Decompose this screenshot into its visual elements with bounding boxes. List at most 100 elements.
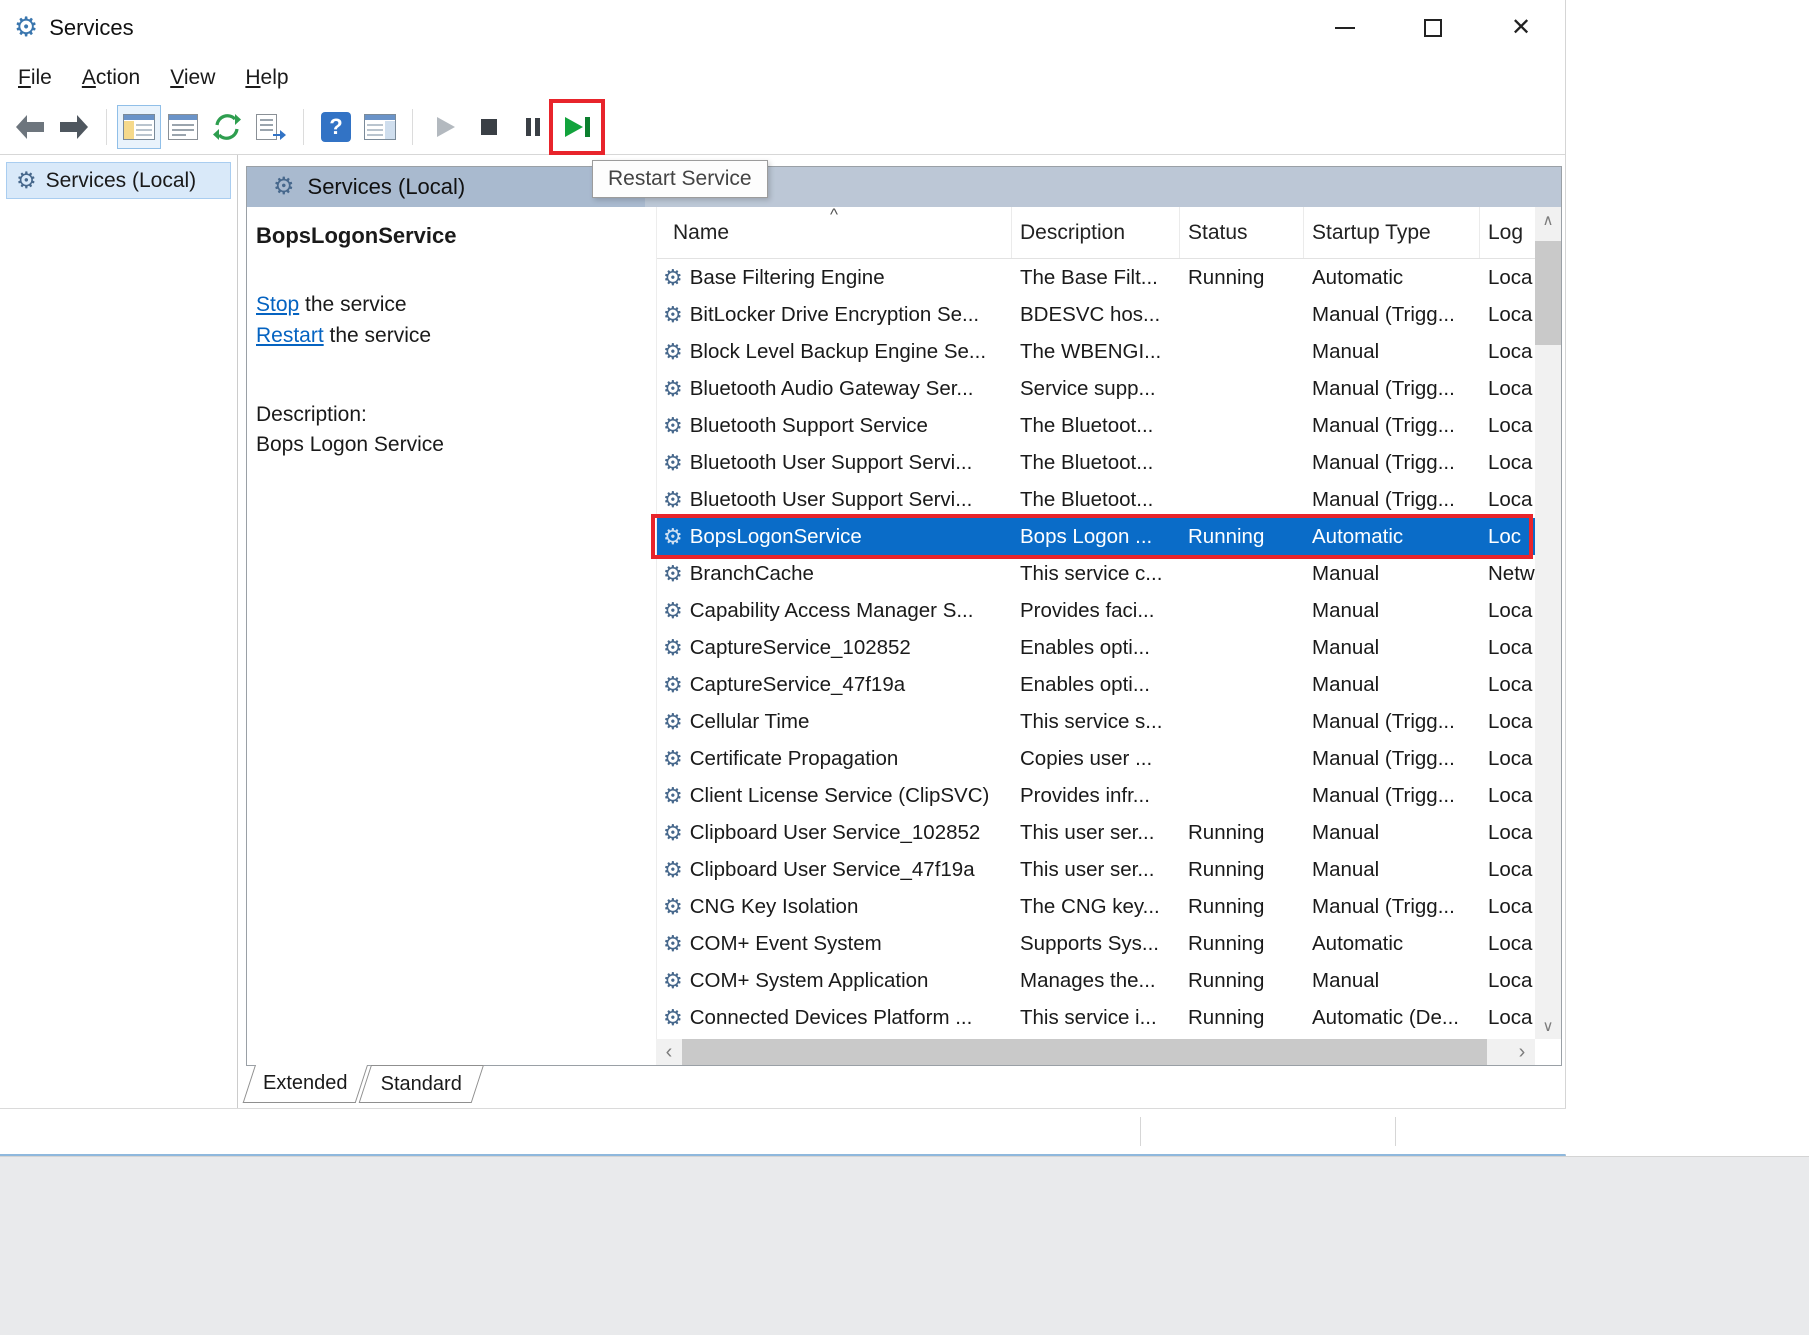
service-log-on-as: Loca <box>1480 407 1535 444</box>
export-list-button[interactable] <box>249 105 293 149</box>
service-row[interactable]: ⚙ BopsLogonService Bops Logon ... Runnin… <box>657 518 1535 555</box>
tree-item-services-local[interactable]: ⚙ Services (Local) <box>6 162 231 199</box>
service-log-on-as: Loca <box>1480 777 1535 814</box>
service-name: BranchCache <box>690 562 814 586</box>
service-description: The Bluetoot... <box>1012 481 1180 518</box>
scroll-right-button[interactable]: › <box>1509 1039 1535 1065</box>
stop-service-button[interactable] <box>467 105 511 149</box>
service-row[interactable]: ⚙ Bluetooth User Support Servi... The Bl… <box>657 444 1535 481</box>
service-row[interactable]: ⚙ BitLocker Drive Encryption Se... BDESV… <box>657 296 1535 333</box>
service-row[interactable]: ⚙ BranchCache This service c... Manual N… <box>657 555 1535 592</box>
description-text: Bops Logon Service <box>256 430 646 460</box>
horizontal-scrollbar-thumb[interactable] <box>682 1039 1487 1065</box>
column-header-startup-type[interactable]: Startup Type <box>1304 207 1480 258</box>
service-status <box>1180 592 1304 629</box>
service-status <box>1180 666 1304 703</box>
service-name: Connected Devices Platform ... <box>690 1006 973 1030</box>
menu-view[interactable]: View <box>170 66 215 90</box>
titlebar: ⚙ Services ✕ <box>0 0 1565 55</box>
service-row[interactable]: ⚙ COM+ Event System Supports Sys... Runn… <box>657 925 1535 962</box>
service-log-on-as: Loca <box>1480 703 1535 740</box>
service-row[interactable]: ⚙ Certificate Propagation Copies user ..… <box>657 740 1535 777</box>
service-row[interactable]: ⚙ Bluetooth Support Service The Bluetoot… <box>657 407 1535 444</box>
service-log-on-as: Netw <box>1480 555 1535 592</box>
maximize-button[interactable] <box>1389 0 1477 55</box>
service-row[interactable]: ⚙ COM+ System Application Manages the...… <box>657 962 1535 999</box>
service-startup-type: Manual <box>1304 629 1480 666</box>
minimize-button[interactable] <box>1301 0 1389 55</box>
properties-button[interactable] <box>161 105 205 149</box>
forward-button[interactable] <box>52 105 96 149</box>
service-row[interactable]: ⚙ CaptureService_102852 Enables opti... … <box>657 629 1535 666</box>
service-status <box>1180 296 1304 333</box>
back-button[interactable] <box>8 105 52 149</box>
service-startup-type: Manual <box>1304 592 1480 629</box>
vertical-scrollbar-thumb[interactable] <box>1535 241 1561 345</box>
service-startup-type: Manual (Trigg... <box>1304 370 1480 407</box>
show-hide-action-pane-button[interactable] <box>358 105 402 149</box>
scroll-left-button[interactable]: ‹ <box>656 1039 682 1065</box>
service-name-cell: ⚙ CNG Key Isolation <box>657 888 1012 925</box>
menu-action[interactable]: Action <box>82 66 140 90</box>
service-log-on-as: Loca <box>1480 999 1535 1036</box>
service-description: This service c... <box>1012 555 1180 592</box>
service-status <box>1180 740 1304 777</box>
start-service-button[interactable] <box>423 105 467 149</box>
service-name: CaptureService_47f19a <box>690 673 905 697</box>
service-name: Bluetooth Audio Gateway Ser... <box>690 377 974 401</box>
service-row[interactable]: ⚙ Bluetooth User Support Servi... The Bl… <box>657 481 1535 518</box>
service-row[interactable]: ⚙ CaptureService_47f19a Enables opti... … <box>657 666 1535 703</box>
statusbar-divider <box>1140 1117 1141 1146</box>
service-status: Running <box>1180 518 1304 555</box>
horizontal-scrollbar[interactable]: ‹ › <box>656 1039 1535 1065</box>
desktop-background-area <box>0 1156 1809 1335</box>
properties-icon <box>168 114 198 140</box>
show-hide-console-tree-button[interactable] <box>117 105 161 149</box>
scroll-down-button[interactable]: ∨ <box>1535 1013 1561 1039</box>
restart-service-link[interactable]: Restart <box>256 324 324 347</box>
service-row[interactable]: ⚙ Base Filtering Engine The Base Filt...… <box>657 259 1535 296</box>
tab-standard[interactable]: Standard <box>359 1065 484 1103</box>
service-row[interactable]: ⚙ Block Level Backup Engine Se... The WB… <box>657 333 1535 370</box>
scroll-down-icon: ∨ <box>1543 1017 1554 1035</box>
menu-file[interactable]: File <box>18 66 52 90</box>
service-gear-icon: ⚙ <box>663 341 683 363</box>
service-startup-type: Manual (Trigg... <box>1304 407 1480 444</box>
refresh-button[interactable] <box>205 105 249 149</box>
vertical-scrollbar[interactable]: ∧ ∨ <box>1535 207 1561 1039</box>
restart-service-button[interactable] <box>555 105 599 149</box>
service-row[interactable]: ⚙ Client License Service (ClipSVC) Provi… <box>657 777 1535 814</box>
scroll-right-icon: › <box>1519 1041 1526 1064</box>
toolbar-separator <box>412 109 413 145</box>
pause-service-button[interactable] <box>511 105 555 149</box>
service-startup-type: Automatic <box>1304 518 1480 555</box>
service-row[interactable]: ⚙ Cellular Time This service s... Manual… <box>657 703 1535 740</box>
tab-extended[interactable]: Extended <box>243 1065 368 1103</box>
stop-service-link[interactable]: Stop <box>256 293 299 316</box>
service-row[interactable]: ⚙ Connected Devices Platform ... This se… <box>657 999 1535 1036</box>
service-row[interactable]: ⚙ Clipboard User Service_47f19a This use… <box>657 851 1535 888</box>
stop-link-suffix: the service <box>299 293 406 316</box>
service-description: Supports Sys... <box>1012 925 1180 962</box>
service-name-cell: ⚙ BitLocker Drive Encryption Se... <box>657 296 1012 333</box>
help-button[interactable]: ? <box>314 105 358 149</box>
column-header-status[interactable]: Status <box>1180 207 1304 258</box>
start-service-icon <box>432 114 458 140</box>
service-description: The CNG key... <box>1012 888 1180 925</box>
scroll-up-button[interactable]: ∧ <box>1535 207 1561 233</box>
service-gear-icon: ⚙ <box>663 452 683 474</box>
service-row[interactable]: ⚙ Capability Access Manager S... Provide… <box>657 592 1535 629</box>
service-name: Base Filtering Engine <box>690 266 885 290</box>
menu-help[interactable]: Help <box>245 66 288 90</box>
service-row[interactable]: ⚙ Clipboard User Service_102852 This use… <box>657 814 1535 851</box>
service-name: Certificate Propagation <box>690 747 899 771</box>
service-gear-icon: ⚙ <box>663 304 683 326</box>
service-description: Provides infr... <box>1012 777 1180 814</box>
column-header-description[interactable]: Description <box>1012 207 1180 258</box>
close-button[interactable]: ✕ <box>1477 0 1565 55</box>
column-header-name[interactable]: ^ Name <box>657 207 1012 258</box>
service-row[interactable]: ⚙ Bluetooth Audio Gateway Ser... Service… <box>657 370 1535 407</box>
menubar: File Action View Help <box>0 55 1565 100</box>
service-row[interactable]: ⚙ CNG Key Isolation The CNG key... Runni… <box>657 888 1535 925</box>
service-status <box>1180 555 1304 592</box>
